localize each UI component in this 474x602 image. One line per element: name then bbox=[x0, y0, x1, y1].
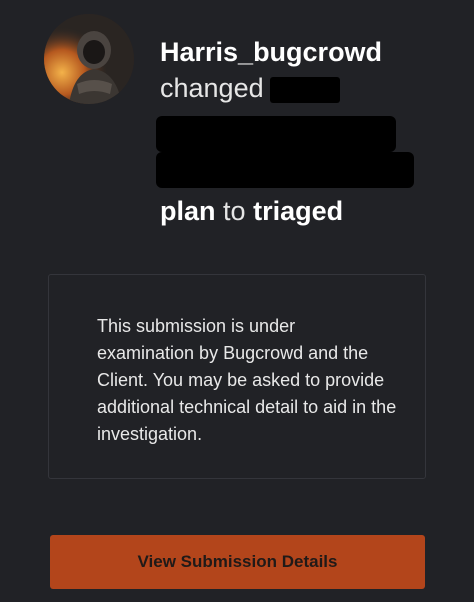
from-status: plan bbox=[160, 196, 216, 226]
status-connector: to bbox=[223, 196, 246, 226]
redacted-block-1 bbox=[156, 116, 396, 152]
action-text: changed bbox=[160, 73, 264, 103]
message-body: This submission is under examination by … bbox=[97, 316, 397, 444]
action-line: changed bbox=[160, 70, 460, 106]
redacted-text bbox=[269, 76, 340, 103]
avatar[interactable] bbox=[44, 14, 134, 104]
activity-headline: Harris_bugcrowd changed bbox=[160, 34, 460, 106]
status-change-line: plan to triaged bbox=[160, 195, 343, 227]
avatar-image bbox=[44, 14, 134, 104]
message-card: This submission is under examination by … bbox=[48, 274, 426, 479]
to-status: triaged bbox=[253, 196, 344, 226]
username[interactable]: Harris_bugcrowd bbox=[160, 34, 460, 70]
redacted-block-2 bbox=[156, 152, 414, 188]
view-submission-details-button[interactable]: View Submission Details bbox=[50, 535, 425, 589]
